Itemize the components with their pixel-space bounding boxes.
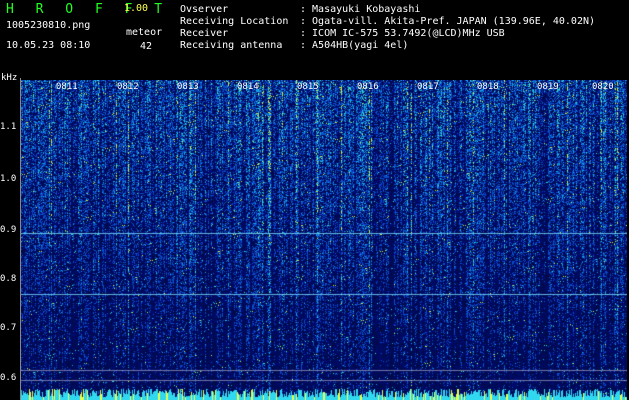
capture-datetime: 10.05.23 08:10: [6, 40, 91, 51]
x-tick-label: 0815: [297, 82, 319, 92]
x-tick-label: 0814: [237, 82, 259, 92]
spectrogram-panel: kHz 1.1 1.0 0.9 0.8 0.7 0.6 0811 0812 08…: [0, 73, 629, 400]
antenna-value: : A504HB(yagi 4el): [300, 40, 409, 51]
receiver-value: : ICOM IC-575 53.7492(@LCD)MHz USB: [300, 28, 505, 39]
y-tick-label: 0.7: [0, 323, 17, 333]
x-tick-label: 0816: [357, 82, 379, 92]
app-version: 1.00: [124, 3, 149, 14]
x-tick-label: 0811: [56, 82, 78, 92]
antenna-label: Receiving antenna: [180, 40, 283, 51]
x-tick-label: 0812: [117, 82, 139, 92]
location-label: Receiving Location: [180, 16, 289, 27]
receiver-label: Receiver: [180, 28, 229, 39]
x-tick-label: 0817: [417, 82, 439, 92]
observer-value: : Masayuki Kobayashi: [300, 4, 421, 15]
y-axis-line: [20, 78, 21, 400]
x-tick-label: 0819: [537, 82, 559, 92]
y-tick-label: 0.9: [0, 225, 17, 235]
spectrogram-canvas: [20, 80, 627, 400]
x-tick-label: 0813: [177, 82, 199, 92]
x-tick-label: 0820: [592, 82, 614, 92]
y-tick-label: 0.8: [0, 274, 17, 284]
y-axis-unit: kHz: [1, 73, 18, 83]
y-tick-label: 1.1: [0, 122, 17, 132]
file-name: 1005230810.png: [6, 20, 91, 31]
meteor-count: 42: [140, 41, 153, 52]
meteor-label: meteor: [126, 27, 163, 38]
location-value: : Ogata-vill. Akita-Pref. JAPAN (139.96E…: [300, 16, 596, 27]
observer-label: Ovserver: [180, 4, 229, 15]
x-tick-label: 0818: [477, 82, 499, 92]
y-tick-label: 1.0: [0, 174, 17, 184]
y-tick-label: 0.6: [0, 373, 17, 383]
header-panel: H R O F F T 1.00 1005230810.png 10.05.23…: [0, 0, 629, 74]
